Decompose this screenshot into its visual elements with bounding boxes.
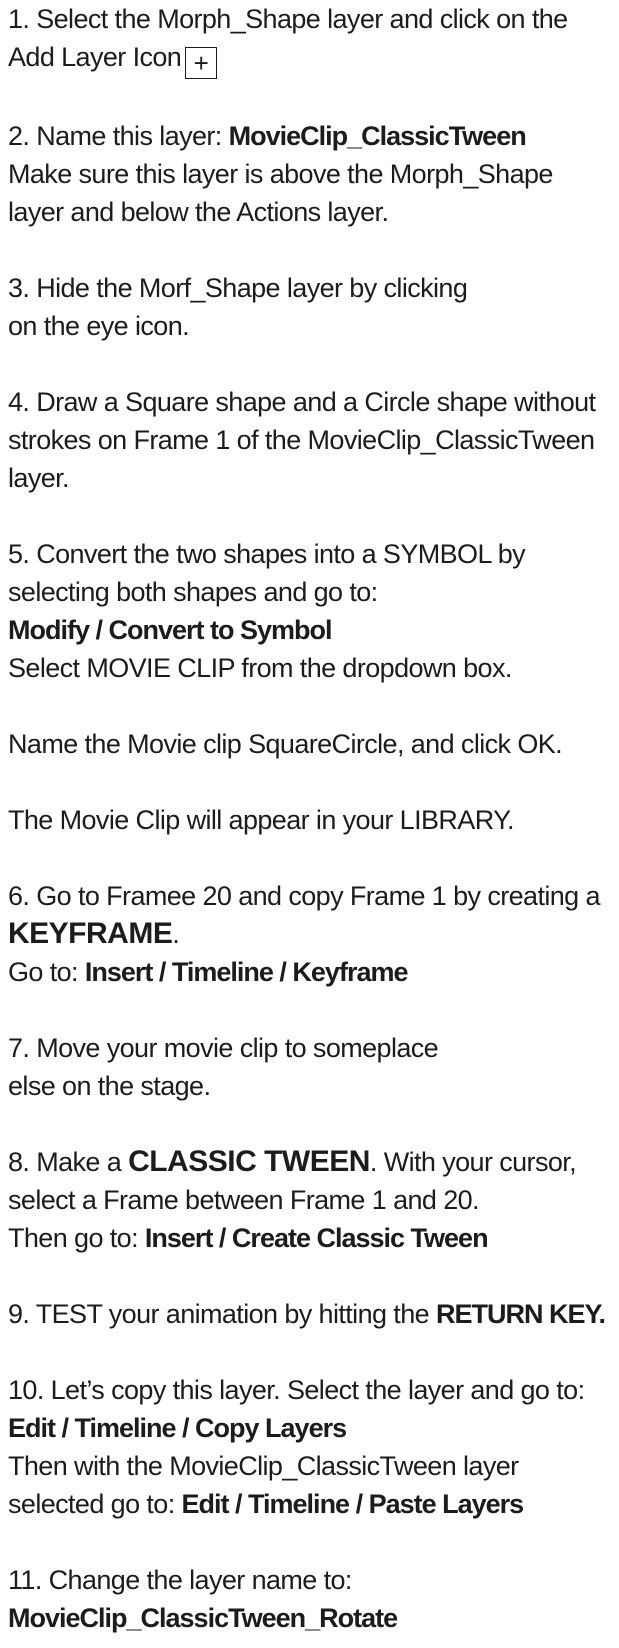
step-7-line-1: 7. Move your movie clip to someplace — [8, 1033, 439, 1063]
step-1: 1. Select the Morph_Shape layer and clic… — [8, 0, 613, 79]
step-10-line-3: Then with the MovieClip_ClassicTween lay… — [8, 1451, 519, 1481]
step-11-line-2: MovieClip_ClassicTween_Rotate — [8, 1599, 613, 1637]
step-4-line-2: strokes on Frame 1 of the MovieClip_Clas… — [8, 425, 595, 455]
layer-name-highlight: MovieClip_ClassicTween — [228, 121, 527, 151]
step-5: 5. Convert the two shapes into a SYMBOL … — [8, 535, 613, 687]
step-10: 10. Let’s copy this layer. Select the la… — [8, 1371, 613, 1523]
step-4-line-3: layer. — [8, 463, 70, 493]
step-10-goto: selected go to: — [8, 1489, 182, 1519]
step-5-line-4: Select MOVIE CLIP from the dropdown box. — [8, 653, 512, 683]
step-3-line-2: on the eye icon. — [8, 311, 190, 341]
step-6: 6. Go to Framee 20 and copy Frame 1 by c… — [8, 877, 613, 991]
step-2-line-3: layer and below the Actions layer. — [8, 197, 389, 227]
step-5-line-2: selecting both shapes and go to: — [8, 577, 378, 607]
step-2-prefix: 2. Name this layer: — [8, 121, 229, 151]
step-5-line-1: 5. Convert the two shapes into a SYMBOL … — [8, 539, 526, 569]
step-2-line-2: Make sure this layer is above the Morph_… — [8, 159, 553, 189]
step-7: 7. Move your movie clip to someplace els… — [8, 1029, 613, 1105]
step-4-line-1: 4. Draw a Square shape and a Circle shap… — [8, 387, 596, 417]
step-5-menu-path: Modify / Convert to Symbol — [8, 611, 613, 649]
note-name-movie-clip: Name the Movie clip SquareCircle, and cl… — [8, 725, 613, 763]
menu-path-copy-layers: Edit / Timeline / Copy Layers — [8, 1413, 347, 1443]
step-10-line-1: 10. Let’s copy this layer. Select the la… — [8, 1375, 585, 1405]
menu-path-convert-to-symbol: Modify / Convert to Symbol — [8, 615, 333, 645]
step-1-line-1: 1. Select the Morph_Shape layer and clic… — [8, 4, 568, 34]
step-9: 9. TEST your animation by hitting the RE… — [8, 1295, 613, 1333]
step-8: 8. Make a CLASSIC TWEEN. With your curso… — [8, 1143, 613, 1257]
step-8-line-1: 8. Make a CLASSIC TWEEN. With your curso… — [8, 1143, 613, 1181]
rotate-layer-name-highlight: MovieClip_ClassicTween_Rotate — [8, 1603, 398, 1633]
step-8-goto: Then go to: — [8, 1223, 145, 1253]
step-6-line-1: 6. Go to Framee 20 and copy Frame 1 by c… — [8, 881, 601, 911]
step-6-line-3: Go to: Insert / Timeline / Keyframe — [8, 953, 613, 991]
step-3: 3. Hide the Morf_Shape layer by clicking… — [8, 269, 613, 345]
classic-tween-highlight: CLASSIC TWEEN — [128, 1145, 370, 1178]
step-1-text: Add Layer Icon — [8, 42, 182, 72]
step-11-line-1: 11. Change the layer name to: — [8, 1565, 352, 1595]
step-8-line-2: select a Frame between Frame 1 and 20. — [8, 1185, 480, 1215]
step-8-suffix: . With your cursor, — [369, 1147, 577, 1177]
step-7-line-2: else on the stage. — [8, 1071, 211, 1101]
step-9-line-1: 9. TEST your animation by hitting the RE… — [8, 1295, 613, 1333]
step-10-menu-path: Edit / Timeline / Copy Layers — [8, 1409, 613, 1447]
note-library: The Movie Clip will appear in your LIBRA… — [8, 801, 613, 839]
step-6-goto: Go to: — [8, 957, 85, 987]
step-4: 4. Draw a Square shape and a Circle shap… — [8, 383, 613, 497]
step-6-period: . — [172, 919, 180, 949]
step-1-line-2: Add Layer Icon + — [8, 38, 613, 79]
step-6-line-2: KEYFRAME. — [8, 915, 613, 953]
step-3-line-1: 3. Hide the Morf_Shape layer by clicking — [8, 273, 468, 303]
return-key-highlight: RETURN KEY. — [435, 1299, 606, 1329]
menu-path-insert-keyframe: Insert / Timeline / Keyframe — [84, 957, 409, 987]
step-2: 2. Name this layer: MovieClip_ClassicTwe… — [8, 117, 613, 231]
step-8-prefix: 8. Make a — [8, 1147, 129, 1177]
step-8-line-3: Then go to: Insert / Create Classic Twee… — [8, 1219, 613, 1257]
step-10-line-4: selected go to: Edit / Timeline / Paste … — [8, 1485, 613, 1523]
add-layer-icon: + — [185, 47, 218, 79]
instructions-document: 1. Select the Morph_Shape layer and clic… — [8, 0, 613, 1637]
keyframe-highlight: KEYFRAME — [8, 917, 173, 950]
step-9-prefix: 9. TEST your animation by hitting the — [8, 1299, 436, 1329]
note-name-movie-clip-text: Name the Movie clip SquareCircle, and cl… — [8, 729, 563, 759]
note-library-text: The Movie Clip will appear in your LIBRA… — [8, 805, 515, 835]
step-2-line-1: 2. Name this layer: MovieClip_ClassicTwe… — [8, 117, 613, 155]
menu-path-paste-layers: Edit / Timeline / Paste Layers — [181, 1489, 525, 1519]
step-11: 11. Change the layer name to: MovieClip_… — [8, 1561, 613, 1637]
menu-path-create-classic-tween: Insert / Create Classic Tween — [144, 1223, 489, 1253]
